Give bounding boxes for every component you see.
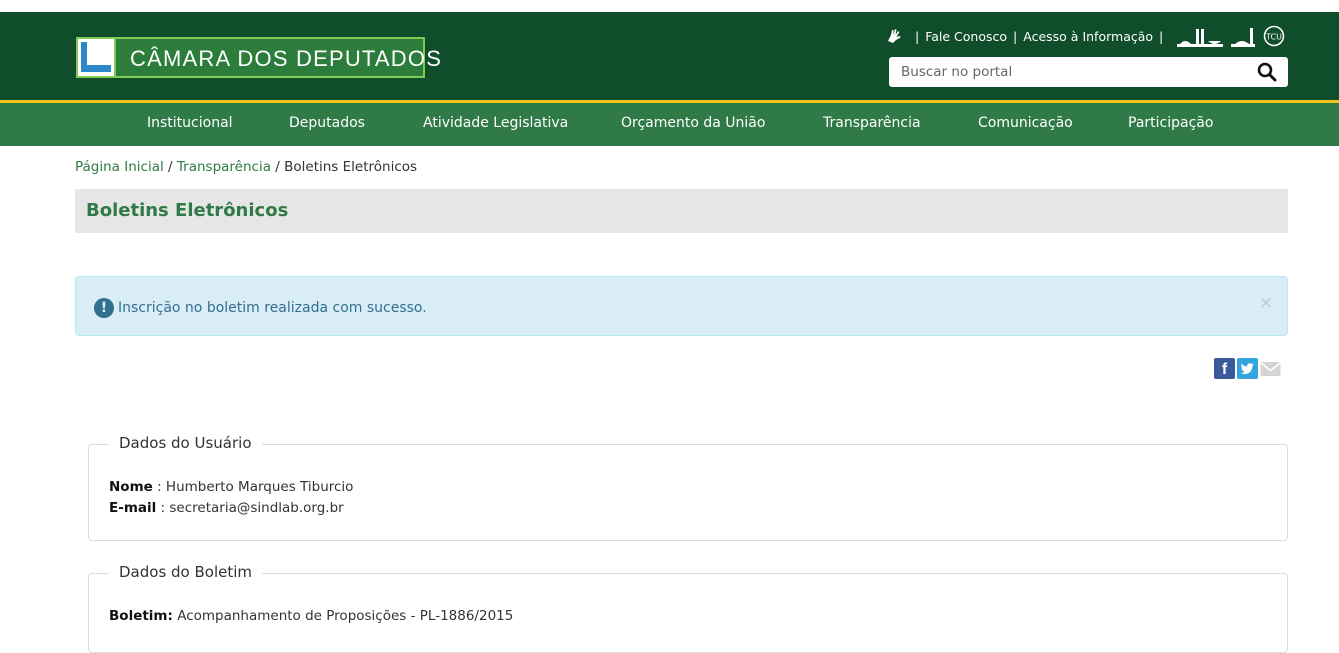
user-data-fieldset: Dados do Usuário Nome : Humberto Marques… — [88, 434, 1288, 541]
facebook-icon[interactable]: f — [1214, 358, 1235, 379]
page-title: Boletins Eletrônicos — [86, 200, 289, 221]
nav-item-participacao[interactable]: Participação — [1128, 115, 1213, 131]
acesso-informacao-link[interactable]: Acesso à Informação — [1023, 29, 1153, 44]
breadcrumb-home-link[interactable]: Página Inicial — [75, 159, 164, 175]
nav-item-orcamento[interactable]: Orçamento da União — [621, 115, 765, 131]
breadcrumb-section-link[interactable]: Transparência — [177, 159, 271, 175]
nav-item-institucional[interactable]: Institucional — [147, 115, 233, 131]
success-alert: ! Inscrição no boletim realizada com suc… — [75, 276, 1288, 336]
bulletin-row: Boletim: Acompanhamento de Proposições -… — [109, 608, 513, 624]
close-icon[interactable]: × — [1259, 293, 1273, 313]
nav-item-atividade-legislativa[interactable]: Atividade Legislativa — [423, 115, 568, 131]
search-input[interactable] — [889, 57, 1249, 87]
breadcrumb-separator: / — [168, 159, 173, 175]
search-box — [889, 57, 1288, 87]
sign-language-icon[interactable] — [885, 27, 903, 45]
site-logo[interactable]: CÂMARA DOS DEPUTADOS — [76, 37, 441, 78]
breadcrumb-separator: / — [275, 159, 280, 175]
separator: | — [1013, 28, 1018, 44]
nav-item-deputados[interactable]: Deputados — [289, 115, 365, 131]
main-nav: Institucional Deputados Atividade Legisl… — [0, 103, 1339, 146]
bulletin-data-fieldset: Dados do Boletim Boletim: Acompanhamento… — [88, 563, 1288, 653]
user-email-row: E-mail : secretaria@sindlab.org.br — [109, 500, 344, 516]
separator: | — [915, 28, 920, 44]
alert-message: Inscrição no boletim realizada com suces… — [118, 300, 427, 316]
name-label: Nome — [109, 479, 153, 495]
email-value: : secretaria@sindlab.org.br — [156, 500, 344, 516]
top-band — [0, 0, 1339, 12]
congress-building-icon[interactable] — [1177, 25, 1224, 47]
bulletin-data-legend: Dados do Boletim — [109, 563, 263, 581]
email-icon[interactable] — [1260, 358, 1281, 379]
search-icon[interactable] — [1256, 61, 1278, 83]
fale-conosco-link[interactable]: Fale Conosco — [925, 29, 1007, 44]
logo-emblem-icon — [78, 39, 116, 76]
tcu-icon[interactable]: TCU — [1263, 25, 1285, 47]
user-data-legend: Dados do Usuário — [109, 434, 262, 452]
email-label: E-mail — [109, 500, 157, 516]
nav-item-transparencia[interactable]: Transparência — [823, 115, 921, 131]
congress-tower-icon[interactable] — [1231, 25, 1256, 47]
user-name-row: Nome : Humberto Marques Tiburcio — [109, 479, 353, 495]
logo-text: CÂMARA DOS DEPUTADOS — [130, 46, 443, 71]
breadcrumb: Página Inicial / Transparência / Boletin… — [75, 159, 417, 175]
breadcrumb-current: Boletins Eletrônicos — [284, 159, 418, 175]
exclamation-icon: ! — [94, 298, 114, 318]
share-icons: f — [1214, 358, 1281, 379]
page-title-bar: Boletins Eletrônicos — [75, 189, 1288, 233]
name-value: : Humberto Marques Tiburcio — [152, 479, 354, 495]
bulletin-label: Boletim: — [109, 608, 173, 624]
utility-links: | Fale Conosco | Acesso à Informação | T… — [885, 24, 1285, 48]
separator: | — [1159, 28, 1164, 44]
nav-item-comunicacao[interactable]: Comunicação — [978, 115, 1073, 131]
bulletin-value: Acompanhamento de Proposições - PL-1886/… — [172, 608, 514, 624]
twitter-icon[interactable] — [1237, 358, 1258, 379]
svg-text:TCU: TCU — [1265, 33, 1282, 42]
